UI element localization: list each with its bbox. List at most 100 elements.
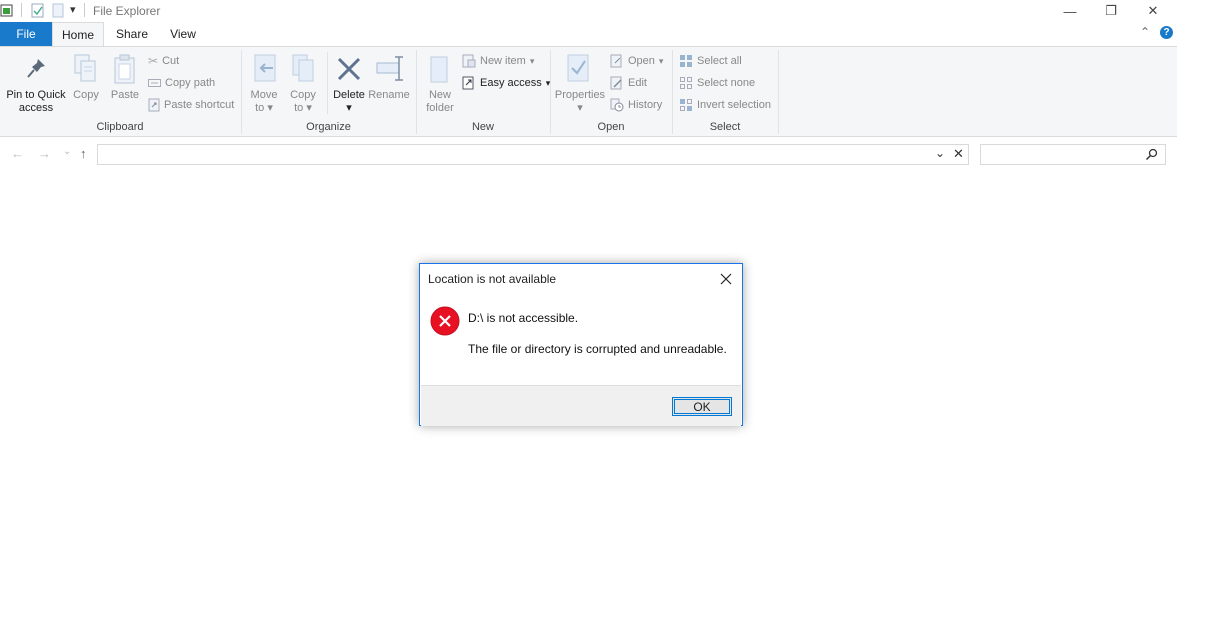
edit-button[interactable]: Edit	[610, 75, 647, 91]
clear-address-icon[interactable]: ✕	[953, 146, 964, 162]
copy-button[interactable]: Copy	[68, 89, 104, 102]
pin-to-quick-access-button[interactable]: Pin to Quick access	[4, 89, 68, 115]
search-input[interactable]	[980, 144, 1166, 165]
edit-label: Edit	[628, 77, 647, 89]
copy-path-label: Copy path	[165, 77, 216, 89]
history-clock-icon	[610, 98, 624, 112]
new-folder-qa-icon[interactable]	[51, 3, 65, 18]
paste-icon	[114, 54, 135, 84]
ok-button[interactable]: OK	[672, 397, 732, 416]
forward-button[interactable]: →	[38, 146, 51, 161]
recent-locations-button[interactable]: ⌄	[63, 146, 71, 157]
paste-button[interactable]: Paste	[106, 89, 144, 102]
new-item-label: New item	[480, 55, 526, 67]
search-icon[interactable]	[1145, 148, 1158, 161]
open-label: Open	[628, 55, 655, 67]
new-folder-icon	[430, 56, 448, 83]
copy-icon	[74, 54, 96, 82]
dialog-close-button[interactable]	[715, 268, 737, 290]
move-to-icon	[254, 54, 276, 82]
new-folder-button[interactable]: New folder	[421, 89, 459, 115]
history-button[interactable]: History	[610, 97, 662, 113]
copy-to-button[interactable]: Copy to ▾	[287, 89, 319, 115]
copy-path-icon	[148, 79, 161, 87]
tab-share[interactable]: Share	[108, 22, 156, 46]
title-bar	[0, 0, 1177, 22]
new-item-icon	[462, 54, 476, 68]
tab-home[interactable]: Home	[52, 22, 104, 46]
organize-group-label: Organize	[306, 121, 351, 133]
scissors-icon: ✂	[148, 54, 159, 68]
rename-icon	[376, 56, 403, 81]
paste-shortcut-button[interactable]: Paste shortcut	[148, 97, 234, 113]
dropdown-arrow-icon: ▾	[346, 102, 352, 114]
dropdown-arrow-icon: ▾	[529, 55, 535, 66]
dropdown-arrow-icon: ▾	[306, 102, 312, 114]
new-group-label: New	[471, 121, 494, 133]
properties-icon	[567, 54, 589, 82]
ribbon-separator	[778, 50, 779, 134]
easy-access-button[interactable]: Easy access ▾	[462, 75, 550, 91]
close-window-button[interactable]: ✕	[1132, 0, 1174, 22]
dialog-message: D:\ is not accessible.	[468, 311, 579, 325]
select-none-label: Select none	[697, 77, 756, 89]
ribbon-inner-separator	[327, 52, 328, 114]
delete-label: Delete	[333, 89, 365, 101]
select-all-label: Select all	[697, 55, 742, 67]
delete-x-icon	[337, 57, 361, 81]
delete-button[interactable]: Delete ▾	[330, 89, 368, 115]
move-to-label: Move to	[250, 89, 278, 114]
title-divider	[21, 3, 22, 17]
invert-selection-label: Invert selection	[697, 99, 771, 111]
dropdown-arrow-icon: ▾	[658, 55, 664, 66]
select-none-button[interactable]: Select none	[679, 75, 755, 91]
rename-button[interactable]: Rename	[368, 89, 410, 102]
address-dropdown-icon[interactable]: ⌄	[935, 146, 945, 160]
copy-path-button[interactable]: Copy path	[148, 75, 215, 91]
clipboard-group-label: Clipboard	[96, 121, 144, 133]
up-button[interactable]: ↑	[80, 146, 87, 161]
easy-access-icon	[462, 76, 474, 90]
move-to-button[interactable]: Move to ▾	[248, 89, 280, 115]
dropdown-arrow-icon: ▾	[577, 102, 583, 114]
cut-label: Cut	[162, 55, 180, 67]
paste-shortcut-label: Paste shortcut	[164, 99, 235, 111]
cut-button[interactable]: ✂ Cut	[148, 53, 179, 69]
pin-icon	[27, 59, 45, 78]
address-input[interactable]	[97, 144, 969, 165]
paste-shortcut-icon	[148, 98, 160, 112]
window-title: File Explorer	[93, 4, 161, 18]
title-divider	[84, 3, 85, 17]
easy-access-label: Easy access	[480, 77, 542, 89]
open-icon	[610, 54, 622, 68]
collapse-ribbon-icon[interactable]: ⌃	[1140, 25, 1150, 39]
select-group-label: Select	[709, 121, 741, 133]
dialog-title: Location is not available	[428, 272, 557, 286]
restore-button[interactable]: ❐	[1090, 0, 1132, 22]
dropdown-arrow-icon: ▾	[267, 102, 273, 114]
dialog-footer: OK	[421, 385, 741, 426]
select-all-button[interactable]: Select all	[679, 53, 742, 69]
properties-button[interactable]: Properties ▾	[554, 89, 606, 115]
error-dialog: Location is not available D:\ is not acc…	[419, 263, 743, 426]
invert-selection-button[interactable]: Invert selection	[679, 97, 771, 113]
tab-view[interactable]: View	[160, 22, 206, 46]
close-icon	[720, 273, 732, 285]
history-label: History	[628, 99, 663, 111]
explorer-window-icon	[0, 4, 13, 17]
dialog-detail: The file or directory is corrupted and u…	[468, 342, 727, 356]
properties-label: Properties	[554, 89, 606, 101]
open-group-label: Open	[597, 121, 625, 133]
back-button[interactable]: ←	[11, 146, 24, 161]
minimize-button[interactable]: —	[1049, 0, 1091, 22]
select-none-icon	[680, 77, 692, 89]
help-icon[interactable]: ?	[1160, 26, 1173, 39]
invert-selection-icon	[680, 99, 692, 111]
new-item-button[interactable]: New item ▾	[462, 53, 534, 69]
properties-check-icon[interactable]	[31, 3, 45, 18]
select-all-icon	[680, 55, 692, 67]
edit-pencil-icon	[610, 76, 622, 90]
customize-quick-access-icon[interactable]: ▾	[70, 3, 76, 16]
tab-file[interactable]: File	[0, 22, 52, 46]
open-button[interactable]: Open ▾	[610, 53, 663, 69]
